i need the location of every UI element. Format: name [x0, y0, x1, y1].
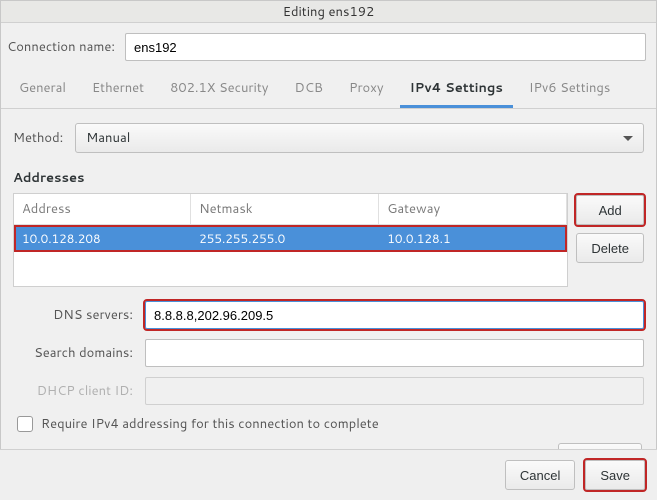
tab-proxy[interactable]: Proxy — [339, 69, 394, 108]
delete-button[interactable]: Delete — [576, 233, 644, 263]
dhcp-client-id-label: DHCP client ID: — [13, 382, 133, 400]
col-gateway: Gateway — [379, 194, 567, 224]
require-ipv4-label: Require IPv4 addressing for this connect… — [41, 415, 379, 433]
addresses-header-row: Address Netmask Gateway — [14, 194, 567, 225]
search-domains-input[interactable] — [145, 339, 644, 367]
dhcp-client-id-input — [145, 377, 644, 405]
tab-ipv4-settings[interactable]: IPv4 Settings — [400, 69, 513, 108]
tab-dcb[interactable]: DCB — [285, 69, 333, 108]
addresses-table[interactable]: Address Netmask Gateway 10.0.128.208 255… — [13, 193, 568, 287]
cell-gateway: 10.0.128.1 — [379, 225, 567, 252]
method-label: Method: — [13, 129, 63, 147]
dns-label: DNS servers: — [13, 306, 133, 324]
cell-address: 10.0.128.208 — [14, 225, 191, 252]
tab-8021x-security[interactable]: 802.1X Security — [160, 69, 278, 108]
tab-bar: General Ethernet 802.1X Security DCB Pro… — [1, 69, 656, 109]
tab-ethernet[interactable]: Ethernet — [82, 69, 154, 108]
col-netmask: Netmask — [191, 194, 379, 224]
cancel-button[interactable]: Cancel — [505, 460, 575, 490]
connection-name-input[interactable] — [125, 33, 646, 61]
cell-netmask: 255.255.255.0 — [191, 225, 379, 252]
method-select[interactable]: Manual — [75, 123, 644, 153]
connection-name-label: Connection name: — [7, 38, 115, 56]
addresses-heading: Addresses — [13, 169, 644, 187]
method-value: Manual — [86, 129, 130, 147]
save-button[interactable]: Save — [585, 460, 645, 490]
require-ipv4-checkbox[interactable] — [17, 416, 33, 432]
search-domains-label: Search domains: — [13, 344, 133, 362]
tab-ipv6-settings[interactable]: IPv6 Settings — [519, 69, 620, 108]
col-address: Address — [14, 194, 191, 224]
table-row[interactable]: 10.0.128.208 255.255.255.0 10.0.128.1 — [14, 225, 567, 252]
add-button[interactable]: Add — [576, 195, 644, 225]
dns-servers-input[interactable] — [145, 301, 644, 329]
window-title: Editing ens192 — [1, 1, 656, 23]
tab-general[interactable]: General — [9, 69, 76, 108]
